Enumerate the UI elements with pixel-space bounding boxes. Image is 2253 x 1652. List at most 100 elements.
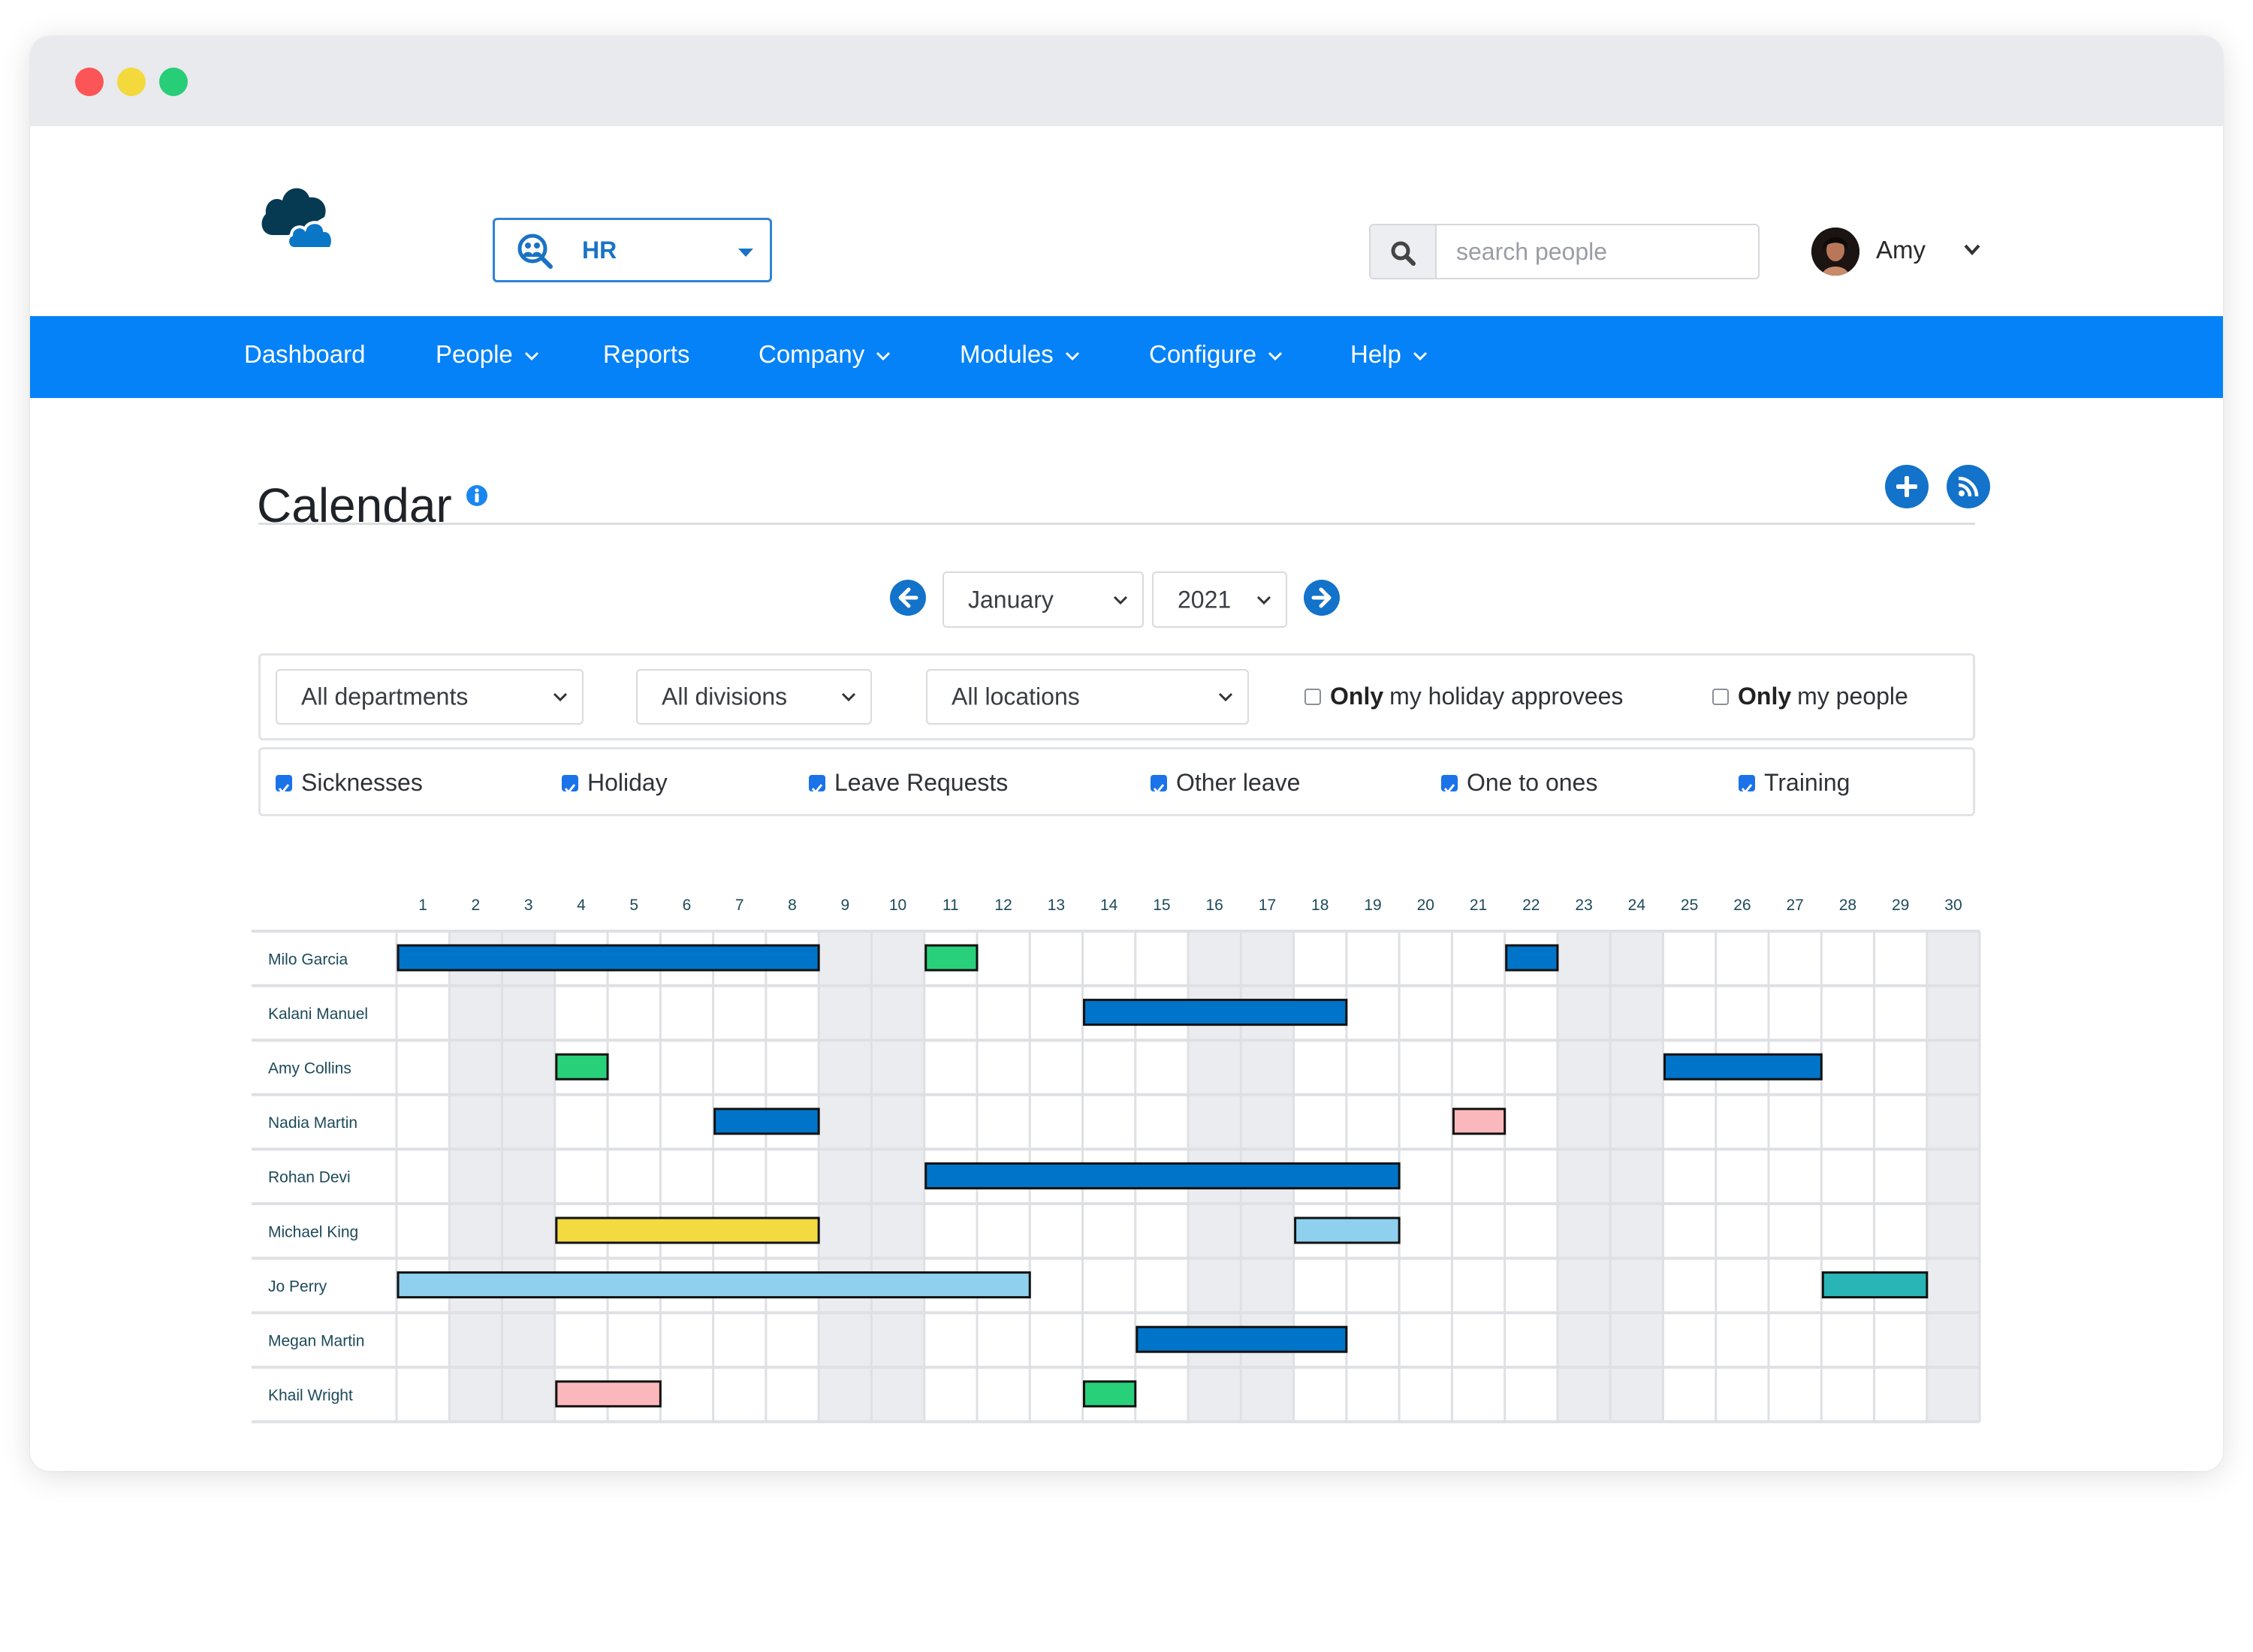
day-header-label: 24 bbox=[1628, 897, 1646, 914]
day-header-label: 3 bbox=[524, 897, 533, 914]
day-header-label: 14 bbox=[1100, 897, 1118, 914]
chevron-down-icon bbox=[876, 351, 891, 361]
person-name[interactable]: Michael King bbox=[268, 1223, 358, 1241]
event-type-sicknesses[interactable]: Sicknesses bbox=[276, 769, 423, 797]
calendar-event-bar[interactable] bbox=[1505, 944, 1559, 972]
day-header-label: 11 bbox=[943, 897, 959, 914]
previous-month-button[interactable] bbox=[890, 580, 926, 616]
event-type-other-leave[interactable]: Other leave bbox=[1151, 769, 1300, 797]
day-header-label: 8 bbox=[788, 897, 797, 914]
event-type-holiday[interactable]: Holiday bbox=[562, 769, 668, 797]
close-window-button[interactable] bbox=[75, 68, 104, 96]
person-name[interactable]: Khail Wright bbox=[268, 1387, 353, 1404]
calendar-event-bar[interactable] bbox=[924, 1162, 1401, 1189]
month-select[interactable]: January bbox=[943, 571, 1144, 628]
nav-item-modules[interactable]: Modules bbox=[960, 340, 1081, 369]
calendar-event-bar[interactable] bbox=[1663, 1053, 1823, 1081]
day-header-label: 29 bbox=[1892, 897, 1909, 914]
day-header-label: 21 bbox=[1470, 897, 1487, 914]
search-input[interactable] bbox=[1437, 225, 1758, 278]
nav-label: Company bbox=[759, 340, 865, 368]
person-name[interactable]: Jo Perry bbox=[268, 1278, 327, 1295]
calendar-grid: 1 2 3 4 5 6 7 8 9 10 11 12 13 14 15 16 17 18 19 20 21 22 23 24 2… bbox=[252, 897, 1981, 1424]
info-icon[interactable] bbox=[466, 484, 488, 507]
filter-panel: All departments All divisions All locati… bbox=[258, 653, 1975, 740]
person-name[interactable]: Milo Garcia bbox=[268, 951, 348, 968]
checkbox-label: my people bbox=[1797, 683, 1908, 710]
only-my-people-checkbox[interactable]: Only my people bbox=[1712, 683, 1908, 710]
day-header-label: 7 bbox=[735, 897, 744, 914]
rss-icon bbox=[1958, 476, 1979, 497]
module-select-value: HR bbox=[582, 237, 617, 264]
user-avatar[interactable] bbox=[1811, 228, 1859, 276]
nav-item-dashboard[interactable]: Dashboard bbox=[244, 340, 365, 369]
user-name[interactable]: Amy bbox=[1876, 236, 1926, 264]
calendar-event-bar[interactable] bbox=[1083, 1380, 1137, 1408]
only-holiday-approvees-checkbox[interactable]: Only my holiday approvees bbox=[1304, 683, 1623, 710]
chevron-down-icon[interactable] bbox=[1962, 239, 1983, 260]
person-name[interactable]: Rohan Devi bbox=[268, 1169, 351, 1186]
nav-label: Help bbox=[1350, 340, 1401, 368]
checkbox-unchecked-icon bbox=[1712, 688, 1729, 705]
nav-label: Modules bbox=[960, 340, 1054, 368]
search-people bbox=[1369, 224, 1760, 279]
rss-feed-button[interactable] bbox=[1947, 465, 1990, 508]
nav-item-reports[interactable]: Reports bbox=[603, 340, 690, 369]
year-select-value: 2021 bbox=[1178, 586, 1232, 613]
division-select[interactable]: All divisions bbox=[636, 669, 872, 725]
calendar-event-bar[interactable] bbox=[397, 944, 820, 972]
app-header: HR Amy bbox=[30, 126, 2223, 316]
event-type-one-to-ones[interactable]: One to ones bbox=[1441, 769, 1597, 797]
event-type-leave-requests[interactable]: Leave Requests bbox=[809, 769, 1008, 797]
calendar-event-bar[interactable] bbox=[397, 1271, 1031, 1299]
add-event-button[interactable] bbox=[1885, 465, 1929, 508]
chevron-down-icon bbox=[1268, 351, 1283, 361]
nav-item-help[interactable]: Help bbox=[1350, 340, 1428, 369]
checkbox-label-bold: Only bbox=[1738, 683, 1792, 710]
calendar-event-bar[interactable] bbox=[1083, 999, 1348, 1026]
calendar-event-bar[interactable] bbox=[1294, 1216, 1401, 1244]
nav-item-people[interactable]: People bbox=[436, 340, 540, 369]
person-name[interactable]: Kalani Manuel bbox=[268, 1005, 368, 1023]
day-header-label: 17 bbox=[1259, 897, 1276, 914]
title-bar bbox=[30, 36, 2223, 126]
checkbox-label: One to ones bbox=[1467, 769, 1598, 796]
module-select[interactable]: HR bbox=[493, 218, 772, 282]
checkbox-label: Leave Requests bbox=[834, 769, 1009, 796]
day-header-label: 25 bbox=[1681, 897, 1698, 914]
cloud-logo-icon[interactable] bbox=[258, 182, 342, 250]
minimize-window-button[interactable] bbox=[117, 68, 146, 96]
checkbox-checked-icon bbox=[276, 774, 292, 794]
day-header-label: 28 bbox=[1839, 897, 1856, 914]
checkbox-unchecked-icon bbox=[1304, 688, 1321, 705]
day-header-label: 23 bbox=[1575, 897, 1592, 914]
calendar-event-bar[interactable] bbox=[555, 1380, 662, 1408]
checkbox-label: Other leave bbox=[1176, 769, 1301, 796]
nav-item-configure[interactable]: Configure bbox=[1149, 340, 1283, 369]
weekend-column bbox=[871, 931, 924, 1422]
year-select[interactable]: 2021 bbox=[1152, 571, 1287, 628]
day-header-label: 6 bbox=[683, 897, 692, 914]
chevron-down-icon bbox=[1065, 351, 1079, 361]
calendar-event-bar[interactable] bbox=[555, 1053, 609, 1081]
person-name[interactable]: Amy Collins bbox=[268, 1060, 351, 1078]
chevron-down-icon bbox=[1256, 595, 1271, 604]
department-select[interactable]: All departments bbox=[276, 669, 584, 725]
calendar-event-bar[interactable] bbox=[713, 1108, 820, 1135]
calendar-event-bar[interactable] bbox=[1136, 1325, 1348, 1353]
calendar-event-bar[interactable] bbox=[555, 1216, 820, 1244]
calendar-event-bar[interactable] bbox=[1821, 1271, 1929, 1299]
division-select-value: All divisions bbox=[662, 683, 788, 710]
maximize-window-button[interactable] bbox=[159, 68, 188, 96]
calendar-event-bar[interactable] bbox=[924, 944, 979, 972]
checkbox-label: Training bbox=[1764, 769, 1850, 796]
person-name[interactable]: Nadia Martin bbox=[268, 1114, 357, 1132]
checkbox-label: Sicknesses bbox=[301, 769, 423, 796]
nav-item-company[interactable]: Company bbox=[759, 340, 891, 369]
next-month-button[interactable] bbox=[1304, 580, 1340, 616]
location-select[interactable]: All locations bbox=[926, 669, 1249, 725]
event-type-training[interactable]: Training bbox=[1739, 769, 1850, 797]
search-button[interactable] bbox=[1371, 225, 1437, 278]
person-name[interactable]: Megan Martin bbox=[268, 1333, 364, 1350]
calendar-event-bar[interactable] bbox=[1452, 1108, 1507, 1135]
